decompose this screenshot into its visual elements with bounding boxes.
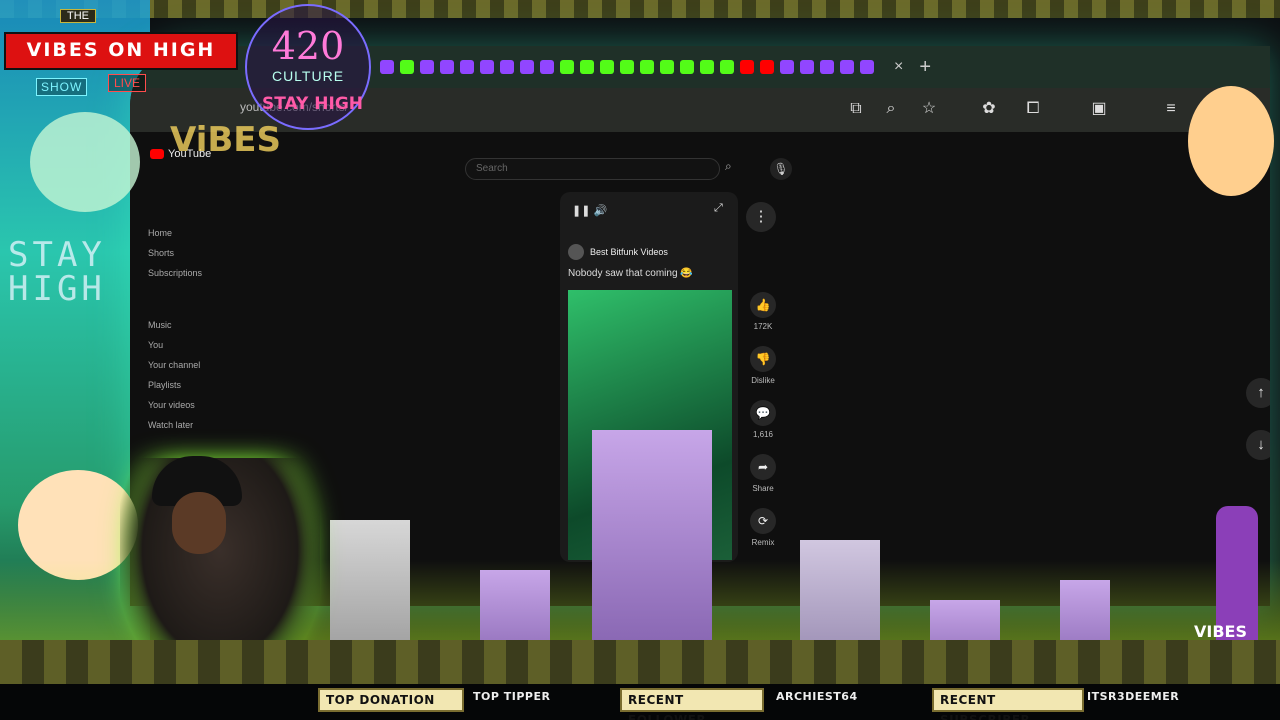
sidebar-item-watch-later[interactable]: Watch later [148, 420, 193, 430]
sidebar-item-subscriptions[interactable]: Subscriptions [148, 268, 202, 278]
twitch-tab-favicon-icon[interactable] [780, 60, 794, 74]
sidebar-item-you[interactable]: You [148, 340, 163, 350]
kick-tab-favicon-icon[interactable] [560, 60, 574, 74]
twitch-tab-favicon-icon[interactable] [800, 60, 814, 74]
weed-leaf-border-top [0, 0, 1280, 18]
zoom-icon[interactable]: ⌕ [880, 98, 902, 120]
youtube-tab-favicon-icon[interactable] [760, 60, 774, 74]
recent-subscriber-label: RECENT SUBSCRIBER [932, 688, 1084, 720]
reading-list-icon[interactable]: ≡ [1160, 98, 1182, 120]
dislike-button[interactable]: 👎 Dislike [748, 346, 778, 385]
kick-tab-favicon-icon[interactable] [640, 60, 654, 74]
more-options-icon[interactable]: ⋮ [746, 202, 776, 232]
stay-high-line-2: HIGH [8, 269, 106, 309]
vibes-logo: ViBES [170, 120, 281, 160]
sidebar-item-your-channel[interactable]: Your channel [148, 360, 200, 370]
sidebar-item-home[interactable]: Home [148, 228, 172, 238]
kick-tab-favicon-icon[interactable] [400, 60, 414, 74]
like-button[interactable]: 👍 172K [748, 292, 778, 331]
sidebar-item-music[interactable]: Music [148, 320, 172, 330]
twitch-tab-favicon-icon[interactable] [540, 60, 554, 74]
stream-canvas: × + youtube.com/shorts/ ⧉ ⌕ ☆ ✿ ⧠ ▣ ≡ Yo… [0, 0, 1280, 720]
install-app-icon[interactable]: ⧉ [845, 98, 867, 120]
tab-favicons [380, 60, 874, 74]
microphone-icon[interactable]: 🎙 [770, 158, 792, 180]
pause-volume-icons[interactable]: ❚❚ 🔊 [572, 204, 607, 217]
like-count: 172K [753, 322, 773, 331]
short-title: Nobody saw that coming 😂 [568, 268, 693, 279]
culture-word: CULTURE [271, 68, 345, 84]
sidebar-panel-icon[interactable]: ▣ [1088, 98, 1110, 120]
stay-high-big-text: STAY HIGH [8, 238, 106, 306]
kick-tab-favicon-icon[interactable] [660, 60, 674, 74]
streamer-face [172, 492, 226, 554]
like-icon: 👍 [750, 292, 776, 318]
twitch-tab-favicon-icon[interactable] [520, 60, 534, 74]
twitch-tab-favicon-icon[interactable] [480, 60, 494, 74]
channel-name: Best Bitfunk Videos [590, 247, 668, 257]
puzzle-icon[interactable]: ⧠ [1022, 98, 1044, 120]
weed-leaf-border-bottom [0, 640, 1280, 684]
kick-tab-favicon-icon[interactable] [620, 60, 634, 74]
live-badge: LIVE [108, 74, 147, 92]
recent-subscriber-value: ITSR3DEEMER [1087, 690, 1180, 703]
brand-the-tag: THE [60, 9, 96, 23]
recent-follower-value: ARCHIEST64 [776, 690, 858, 703]
short-channel[interactable]: Best Bitfunk Videos [568, 244, 668, 260]
extension-icon[interactable]: ✿ [978, 98, 1000, 120]
new-tab-button[interactable]: + [919, 56, 931, 79]
bookmark-star-icon[interactable]: ☆ [918, 98, 940, 120]
cat-illustration-top-left [30, 112, 140, 212]
previous-short-arrow-icon[interactable]: ↑ [1246, 378, 1270, 408]
dislike-label: Dislike [751, 376, 775, 385]
twitch-tab-favicon-icon[interactable] [500, 60, 514, 74]
dislike-icon: 👎 [750, 346, 776, 372]
culture-number: 420 [271, 24, 345, 68]
kick-tab-favicon-icon[interactable] [580, 60, 594, 74]
bong-label: VIBES [1194, 622, 1247, 641]
sidebar-item-your-videos[interactable]: Your videos [148, 400, 195, 410]
search-input[interactable]: Search [465, 158, 720, 180]
twitch-tab-favicon-icon[interactable] [380, 60, 394, 74]
close-tab-icon[interactable]: × [894, 58, 903, 76]
sidebar-item-shorts[interactable]: Shorts [148, 248, 174, 258]
kick-tab-favicon-icon[interactable] [720, 60, 734, 74]
twitch-tab-favicon-icon[interactable] [860, 60, 874, 74]
search-icon[interactable]: ⌕ [725, 159, 732, 174]
youtube-tab-favicon-icon[interactable] [740, 60, 754, 74]
fullscreen-icon[interactable]: ⤢ [714, 202, 723, 215]
twitch-tab-favicon-icon[interactable] [820, 60, 834, 74]
sidebar-item-playlists[interactable]: Playlists [148, 380, 181, 390]
twitch-tab-favicon-icon[interactable] [840, 60, 854, 74]
recent-follower-label: RECENT FOLLOWER [620, 688, 764, 720]
brand-show-tag: SHOW [36, 78, 88, 96]
top-tipper-label: TOP TIPPER [473, 690, 551, 703]
stay-high-small-text: STAY HIGH [262, 94, 364, 114]
channel-avatar [568, 244, 584, 260]
twitch-tab-favicon-icon[interactable] [460, 60, 474, 74]
stay-high-line-1: STAY [8, 235, 106, 275]
top-donation-label: TOP DONATION [318, 688, 464, 712]
kick-tab-favicon-icon[interactable] [700, 60, 714, 74]
brand-title: VIBES ON HIGH [4, 32, 238, 70]
kick-tab-favicon-icon[interactable] [600, 60, 614, 74]
youtube-play-icon [150, 149, 164, 159]
twitch-tab-favicon-icon[interactable] [420, 60, 434, 74]
cat-illustration-top-right [1188, 86, 1274, 196]
kick-tab-favicon-icon[interactable] [680, 60, 694, 74]
twitch-tab-favicon-icon[interactable] [440, 60, 454, 74]
